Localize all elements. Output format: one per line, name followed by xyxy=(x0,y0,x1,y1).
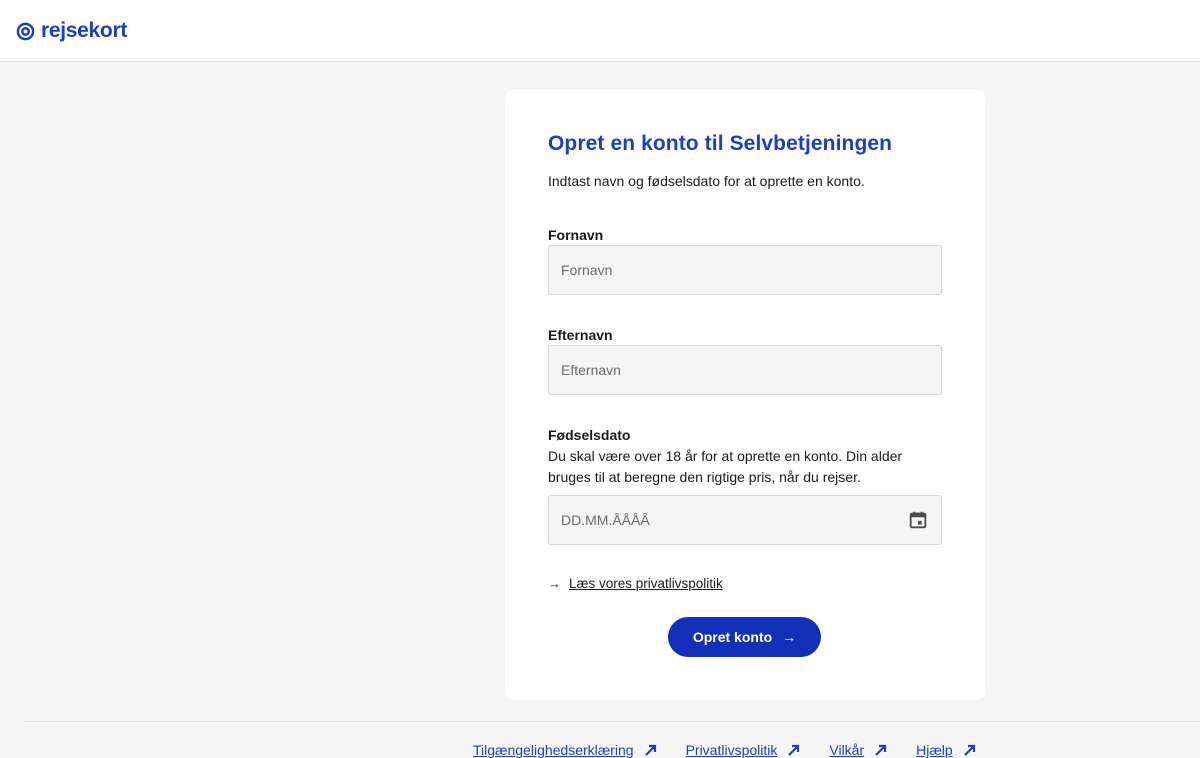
privacy-policy-link[interactable]: Læs vores privatlivspolitik xyxy=(569,576,723,591)
first-name-field[interactable] xyxy=(548,245,942,295)
footer-link-label: Vilkår xyxy=(829,742,865,758)
footer-link-terms[interactable]: Vilkår xyxy=(829,742,888,758)
external-link-icon xyxy=(788,744,800,756)
calendar-icon[interactable] xyxy=(907,509,929,531)
signup-card: Opret en konto til Selvbetjeningen Indta… xyxy=(505,90,985,700)
create-account-button[interactable]: Opret konto → xyxy=(668,617,821,657)
arrow-right-icon: → xyxy=(782,629,797,645)
footer-link-label: Tilgængelighedserklæring xyxy=(473,742,634,758)
external-link-icon xyxy=(963,744,975,756)
footer-link-help[interactable]: Hjælp xyxy=(916,742,977,758)
first-name-input[interactable] xyxy=(561,246,929,294)
footer-link-accessibility[interactable]: Tilgængelighedserklæring xyxy=(473,742,658,758)
birthdate-help-line-2: bruges til at beregne den rigtige pris, … xyxy=(548,469,861,485)
footer-divider xyxy=(24,721,1200,722)
external-link-icon xyxy=(875,744,887,756)
privacy-policy-row: → Læs vores privatlivspolitik xyxy=(548,576,723,591)
create-account-label: Opret konto xyxy=(692,629,773,645)
birthdate-input[interactable] xyxy=(561,496,907,544)
logo-mark-icon xyxy=(16,22,35,40)
birthdate-help-line-1: Du skal være over 18 år for at oprette e… xyxy=(548,448,903,464)
birthdate-field[interactable] xyxy=(548,495,942,545)
rejsekort-logo[interactable]: rejsekort xyxy=(16,19,127,43)
last-name-label: Efternavn xyxy=(548,327,613,343)
footer-links: Tilgængelighedserklæring Privatlivspolit… xyxy=(473,742,977,758)
footer-link-label: Hjælp xyxy=(916,742,953,758)
first-name-label: Fornavn xyxy=(548,227,604,243)
top-bar: rejsekort xyxy=(0,0,1200,62)
external-link-icon xyxy=(644,744,656,756)
page-subtitle: Indtast navn og fødselsdato for at opret… xyxy=(548,173,865,189)
footer-link-label: Privatlivspolitik xyxy=(685,742,778,758)
page-title: Opret en konto til Selvbetjeningen xyxy=(548,132,893,155)
brand-name: rejsekort xyxy=(41,19,128,42)
last-name-input[interactable] xyxy=(561,346,929,394)
arrow-right-icon: → xyxy=(548,576,561,591)
footer-link-privacy[interactable]: Privatlivspolitik xyxy=(686,742,802,758)
birthdate-label: Fødselsdato xyxy=(548,427,631,443)
last-name-field[interactable] xyxy=(548,345,942,395)
